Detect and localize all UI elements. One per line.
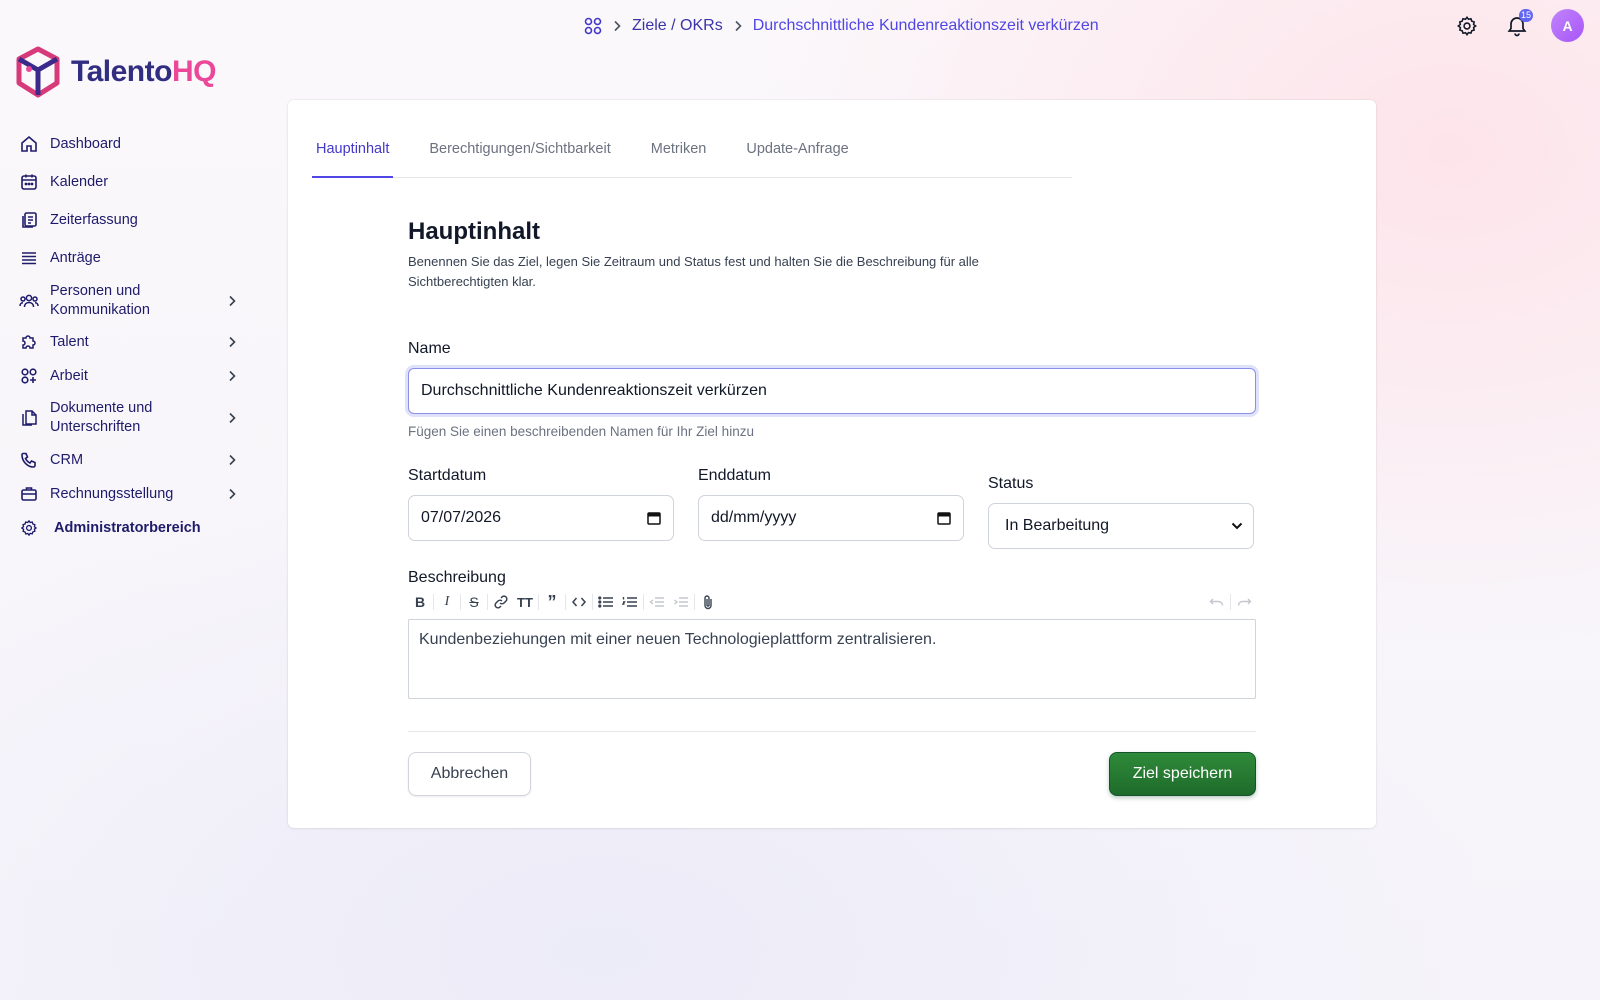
calendar-icon[interactable] — [647, 511, 661, 525]
text-size-icon[interactable]: TT — [513, 591, 537, 613]
calendar-icon[interactable] — [937, 511, 951, 525]
sidebar-item-billing[interactable]: Rechnungsstellung — [14, 477, 244, 511]
start-date-label: Startdatum — [408, 467, 487, 484]
cube-logo-icon — [15, 46, 61, 98]
documents-icon — [18, 407, 40, 429]
chevron-right-icon — [612, 20, 622, 32]
cancel-button[interactable]: Abbrechen — [408, 752, 531, 796]
sidebar: Dashboard Kalender Zeiterfassung Anträge… — [14, 125, 244, 545]
chevron-right-icon — [224, 295, 240, 307]
breadcrumb-current: Durchschnittliche Kundenreaktionszeit ve… — [752, 17, 1099, 34]
form-actions: Abbrechen Ziel speichern — [408, 752, 1256, 796]
briefcase-icon — [18, 483, 40, 505]
paperclip-icon[interactable] — [696, 591, 720, 613]
status-select[interactable]: In Bearbeitung — [988, 503, 1254, 549]
status-label: Status — [988, 475, 1034, 492]
quote-icon[interactable]: ” — [540, 591, 564, 613]
chevron-down-icon — [1231, 522, 1243, 530]
name-input[interactable] — [408, 368, 1256, 414]
people-icon — [18, 290, 40, 312]
phone-icon — [18, 449, 40, 471]
tab-bar: Hauptinhalt Berechtigungen/Sichtbarkeit … — [312, 128, 1072, 178]
tab-update-request[interactable]: Update-Anfrage — [742, 128, 852, 178]
form-description: Benennen Sie das Ziel, legen Sie Zeitrau… — [408, 254, 979, 289]
description-label: Beschreibung — [408, 569, 506, 586]
code-icon[interactable] — [567, 591, 591, 613]
name-hint: Fügen Sie einen beschreibenden Namen für… — [408, 424, 754, 439]
list-icon — [18, 247, 40, 269]
notifications-button[interactable]: 15 — [1501, 8, 1533, 42]
top-bar: Ziele / OKRs Durchschnittliche Kundenrea… — [0, 0, 1600, 52]
gear-icon — [18, 517, 40, 539]
undo-icon[interactable] — [1205, 591, 1229, 613]
sidebar-item-documents[interactable]: Dokumente und Unterschriften — [14, 393, 244, 443]
chevron-right-icon — [224, 488, 240, 500]
apps-icon — [18, 365, 40, 387]
sidebar-item-talent[interactable]: Talent — [14, 325, 244, 359]
logo-text: TalentoHQ — [71, 55, 216, 88]
puzzle-icon — [18, 331, 40, 353]
indent-icon[interactable] — [669, 591, 693, 613]
calendar-icon — [18, 171, 40, 193]
description-editor[interactable]: Kundenbeziehungen mit einer neuen Techno… — [408, 619, 1256, 699]
start-date-field: Startdatum 07/07/2026 — [408, 467, 674, 549]
form-title: Hauptinhalt — [408, 218, 540, 245]
bullet-list-icon[interactable] — [594, 591, 618, 613]
italic-icon[interactable]: I — [435, 591, 459, 613]
strikethrough-icon[interactable]: S — [462, 591, 486, 613]
sidebar-item-admin[interactable]: Administratorbereich — [14, 511, 244, 545]
numbered-list-icon[interactable] — [618, 591, 642, 613]
notification-count-badge: 15 — [1518, 8, 1533, 22]
chevron-right-icon — [224, 454, 240, 466]
settings-button[interactable] — [1451, 10, 1483, 42]
end-date-input[interactable]: dd/mm/yyyy — [698, 495, 964, 541]
sidebar-item-crm[interactable]: CRM — [14, 443, 244, 477]
gear-icon — [1456, 15, 1478, 37]
editor-toolbar: B I S TT ” — [408, 591, 1256, 613]
app-logo[interactable]: TalentoHQ — [15, 46, 216, 98]
clipboard-icon — [18, 209, 40, 231]
name-label: Name — [408, 340, 451, 357]
end-date-label: Enddatum — [698, 467, 771, 484]
sidebar-item-calendar[interactable]: Kalender — [14, 163, 244, 201]
link-icon[interactable] — [489, 591, 513, 613]
tab-main-content[interactable]: Hauptinhalt — [312, 128, 394, 178]
sidebar-item-time-tracking[interactable]: Zeiterfassung — [14, 201, 244, 239]
form-divider — [408, 731, 1256, 732]
end-date-field: Enddatum dd/mm/yyyy — [698, 467, 964, 549]
goal-form: Hauptinhalt Benennen Sie das Ziel, legen… — [408, 218, 1256, 796]
bold-icon[interactable]: B — [408, 591, 432, 613]
save-goal-button[interactable]: Ziel speichern — [1109, 752, 1256, 796]
grid-icon[interactable] — [584, 17, 602, 35]
chevron-right-icon — [733, 20, 743, 32]
breadcrumb-goals-link[interactable]: Ziele / OKRs — [632, 17, 723, 35]
breadcrumb: Ziele / OKRs Durchschnittliche Kundenrea… — [584, 14, 1099, 38]
tab-metrics[interactable]: Metriken — [647, 128, 711, 178]
date-status-row: Startdatum 07/07/2026 Enddatum dd/mm/yyy… — [408, 467, 1256, 549]
outdent-icon[interactable] — [645, 591, 669, 613]
goal-form-card: Hauptinhalt Berechtigungen/Sichtbarkeit … — [288, 100, 1376, 828]
sidebar-item-people[interactable]: Personen und Kommunikation — [14, 277, 244, 325]
status-field: Status In Bearbeitung — [988, 467, 1254, 549]
redo-icon[interactable] — [1232, 591, 1256, 613]
home-icon — [18, 133, 40, 155]
sidebar-item-work[interactable]: Arbeit — [14, 359, 244, 393]
sidebar-item-dashboard[interactable]: Dashboard — [14, 125, 244, 163]
top-actions: 15 A — [1451, 8, 1584, 42]
tab-permissions[interactable]: Berechtigungen/Sichtbarkeit — [425, 128, 614, 178]
chevron-right-icon — [224, 370, 240, 382]
chevron-right-icon — [224, 412, 240, 424]
start-date-input[interactable]: 07/07/2026 — [408, 495, 674, 541]
avatar[interactable]: A — [1551, 9, 1584, 42]
chevron-right-icon — [224, 336, 240, 348]
sidebar-item-requests[interactable]: Anträge — [14, 239, 244, 277]
